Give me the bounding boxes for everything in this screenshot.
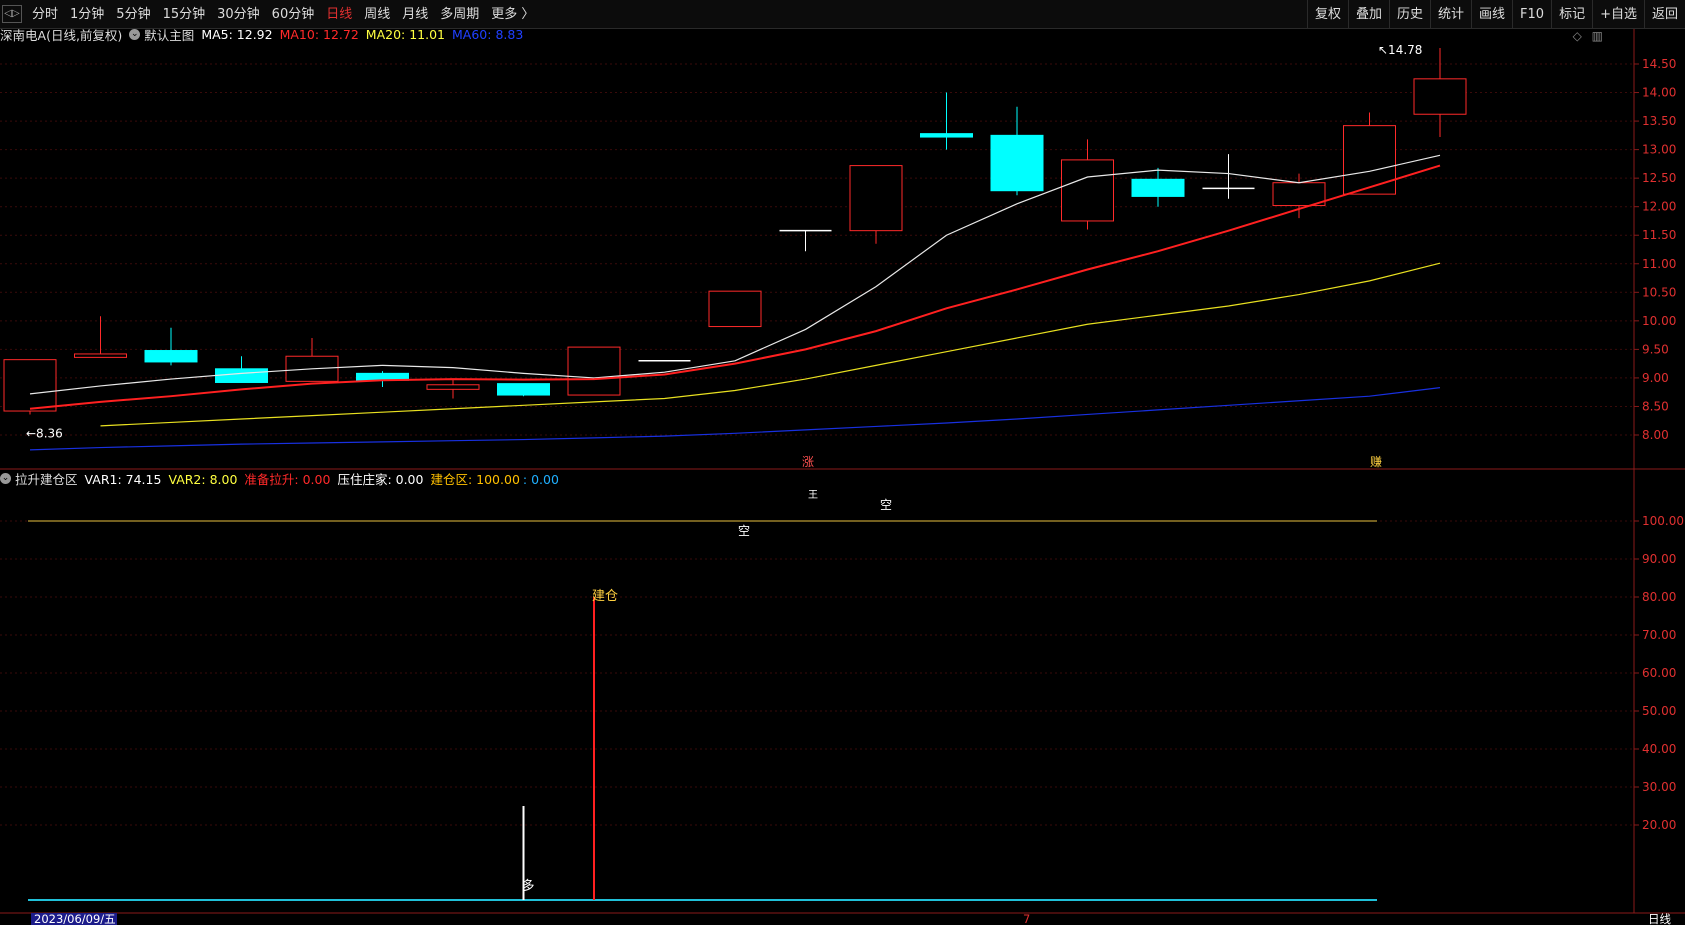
high-price-label: ↖14.78 — [1378, 43, 1422, 57]
sub-tick-label-0: 100.00 — [1642, 514, 1684, 528]
candle-2 — [144, 327, 198, 366]
sub-tick-label-7: 30.00 — [1642, 780, 1676, 794]
signal-bar-label-1: 建仓 — [592, 589, 618, 604]
price-axis: 14.50 14.00 13.50 13.00 12.50 12.00 11.50 11.00… — [1634, 57, 1684, 832]
main-tick-label-1: 14.00 — [1642, 86, 1676, 100]
candle-10 — [708, 290, 762, 328]
text-mark-2: 王 — [808, 490, 818, 501]
candle-11 — [779, 229, 832, 252]
main-tick-label-10: 9.50 — [1642, 342, 1669, 356]
candle-body — [74, 353, 127, 358]
main-chart: ←8.36 ↖14.78 涨 赚 — [3, 43, 1467, 469]
main-tick-label-4: 12.50 — [1642, 171, 1676, 185]
candle-body — [1343, 125, 1396, 195]
candle-body — [990, 134, 1044, 192]
main-tick-label-7: 11.00 — [1642, 257, 1676, 271]
text-mark-0: 空 — [880, 498, 892, 512]
sub-tick-label-3: 70.00 — [1642, 628, 1676, 642]
sub-chart: 多建仓空空王 — [28, 490, 1377, 901]
candle-body — [849, 165, 903, 232]
text-mark-1: 空 — [738, 524, 750, 538]
candle-7 — [497, 383, 550, 397]
sub-tick-label-2: 80.00 — [1642, 590, 1676, 604]
candle-12 — [849, 165, 903, 244]
candle-20 — [1413, 48, 1467, 138]
sub-tick-label-5: 50.00 — [1642, 704, 1676, 718]
candle-8 — [567, 346, 621, 396]
main-tick-label-11: 9.00 — [1642, 371, 1669, 385]
sub-tick-label-4: 60.00 — [1642, 666, 1676, 680]
signal-label-0: 涨 — [802, 454, 814, 469]
candle-body — [426, 384, 480, 390]
candle-16 — [1131, 167, 1185, 207]
candle-body — [920, 133, 973, 138]
candle-body — [567, 346, 621, 396]
sub-tick-label-6: 40.00 — [1642, 742, 1676, 756]
low-price-label: ←8.36 — [26, 426, 63, 440]
candle-body — [3, 359, 57, 412]
candle-body — [497, 383, 550, 396]
main-tick-label-12: 8.50 — [1642, 399, 1669, 413]
main-tick-label-8: 10.50 — [1642, 285, 1676, 299]
signal-label-1: 赚 — [1370, 454, 1382, 469]
sub-tick-label-1: 90.00 — [1642, 552, 1676, 566]
candle-body — [1131, 178, 1185, 197]
candle-13 — [920, 92, 973, 150]
candle-body — [144, 350, 198, 363]
sub-tick-label-8: 20.00 — [1642, 818, 1676, 832]
main-tick-label-6: 11.50 — [1642, 228, 1676, 242]
signal-bar-label-0: 多 — [522, 878, 535, 894]
main-tick-label-5: 12.00 — [1642, 200, 1676, 214]
main-tick-label-13: 8.00 — [1642, 428, 1669, 442]
candle-body — [708, 290, 762, 328]
month-mark: 7 — [1023, 912, 1030, 925]
main-tick-label-0: 14.50 — [1642, 57, 1676, 71]
main-tick-label-3: 13.00 — [1642, 143, 1676, 157]
candle-14 — [990, 106, 1044, 196]
date-axis: 2023/06/09/五 7 日线 — [31, 912, 1671, 925]
candle-body — [1272, 182, 1326, 207]
candle-6 — [426, 379, 480, 399]
candle-1 — [74, 316, 127, 358]
candle-body — [1061, 159, 1114, 222]
candle-4 — [285, 337, 339, 382]
main-tick-label-2: 13.50 — [1642, 114, 1676, 128]
candle-body — [215, 368, 268, 383]
main-tick-label-9: 10.00 — [1642, 314, 1676, 328]
period-label: 日线 — [1648, 912, 1671, 925]
kline-chart[interactable]: ←8.36↖14.78涨赚 多建仓空空王 14.5014.0013.5013.0… — [0, 0, 1685, 925]
chart-grid — [0, 29, 1685, 914]
date-label: 2023/06/09/五 — [34, 912, 116, 925]
candle-body — [1413, 78, 1467, 115]
candle-3 — [215, 356, 268, 383]
